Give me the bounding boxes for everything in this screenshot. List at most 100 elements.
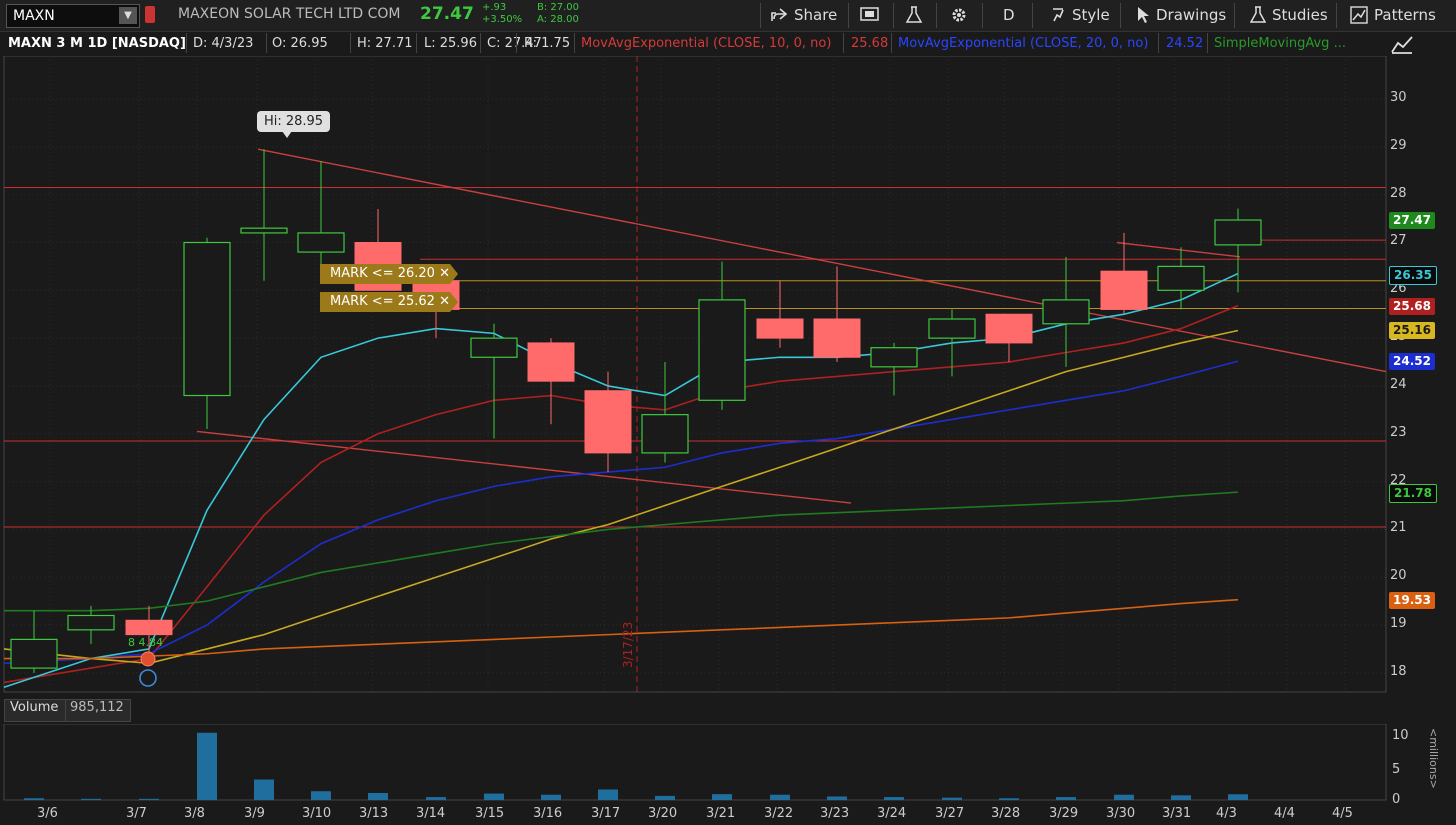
volume-bar [598,789,618,800]
candle-body [297,232,345,253]
divider [480,33,481,53]
volume-bar [770,794,790,800]
patterns-icon [1350,6,1368,24]
divider [1234,3,1235,28]
symbol-dropdown-icon[interactable]: ▼ [119,7,137,24]
price-label: 27.47 [1389,212,1435,230]
tooltip-pointer [282,131,292,138]
y-tick-label: 21 [1390,520,1407,536]
earnings-icon[interactable] [140,651,156,667]
volume-bar [655,795,675,800]
style-label: Style [1072,6,1110,24]
price-label: 25.68 [1389,297,1435,315]
screenshot-button[interactable] [860,6,880,22]
date-marker-label: 3/17/23 [621,622,635,668]
mark-arrow-icon [450,264,458,312]
x-tick-label: 3/27 [935,806,965,821]
period-label: D [1003,6,1015,24]
x-tick-label: 3/22 [764,806,794,821]
volume-tick: 0 [1392,792,1401,807]
price-label: 25.16 [1389,322,1435,340]
volume-unit: <millions> [1427,728,1440,789]
ohlc-range: R: 1.75 [524,36,571,51]
divider [186,33,187,53]
flask-button[interactable] [905,6,923,24]
volume-value: 985,112 [70,700,124,715]
flask-icon [1250,6,1266,23]
symbol-input[interactable]: MAXN ▼ [6,4,140,28]
y-tick-label: 18 [1390,663,1407,679]
info-icon[interactable] [139,669,157,687]
volume-bar [999,798,1019,800]
volume-bar [254,779,274,800]
candle-body [1214,219,1262,246]
divider [516,33,517,53]
x-tick-label: 3/28 [991,806,1021,821]
y-tick-label: 24 [1390,376,1407,392]
ohlc-open: O: 26.95 [272,36,328,51]
share-icon [771,8,788,21]
divider [936,3,937,28]
price-chart[interactable]: 3/17/23 8 4.84 [0,56,1456,696]
drawings-button[interactable]: Drawings [1136,6,1226,24]
company-name: MAXEON SOLAR TECH LTD COM [178,6,401,22]
candle-body [928,318,976,339]
volume-tick: 5 [1392,762,1401,777]
alert-icon[interactable] [145,6,155,23]
patterns-button[interactable]: Patterns [1350,6,1436,24]
period-button[interactable]: D [1003,6,1015,24]
volume-tick: 10 [1392,728,1409,743]
share-button[interactable]: Share [770,6,837,24]
studies-button[interactable]: Studies [1250,6,1328,24]
y-tick-label: 23 [1390,424,1407,440]
gear-icon [952,8,966,22]
expand-icon[interactable] [1390,33,1416,55]
x-tick-label: 3/6 [37,806,58,821]
y-tick-label: 30 [1390,90,1407,106]
price-alert-mark-2[interactable]: MARK <= 25.62 ✕ [320,292,450,312]
x-tick-label: 3/10 [302,806,332,821]
candle-body [1157,265,1205,291]
bid-ask: B: 27.00 A: 28.00 [537,2,579,26]
divider [891,33,892,53]
x-tick-label: 3/23 [820,806,850,821]
candle-body [641,414,689,454]
sma-label[interactable]: SimpleMovingAvg ... [1214,36,1346,51]
price-change-abs: +.93 [482,2,507,13]
style-button[interactable]: Style [1050,6,1110,24]
volume-bar [712,794,732,800]
x-tick-label: 3/24 [877,806,907,821]
candle-body [756,318,804,339]
candle-body [470,337,518,358]
volume-bar [311,791,331,800]
drawings-label: Drawings [1156,6,1227,24]
divider [843,33,844,53]
volume-bar [541,794,561,800]
settings-button[interactable] [950,6,968,24]
ema10-label[interactable]: MovAvgExponential (CLOSE, 10, 0, no) [581,36,831,51]
candle-body [985,313,1033,344]
candle-body [870,347,918,368]
ema10-value: 25.68 [851,36,889,51]
divider [848,3,849,28]
divider [266,33,267,53]
price-alert-mark-1[interactable]: MARK <= 26.20 ✕ [320,264,450,284]
x-tick-label: 4/4 [1274,806,1295,821]
toolbar: MAXN ▼ MAXEON SOLAR TECH LTD COM 27.47 +… [0,0,1456,32]
style-icon [1053,8,1064,22]
volume-chart[interactable] [0,724,1456,802]
divider [1207,33,1208,53]
volume-bar [1228,794,1248,800]
candle-body [183,241,231,397]
volume-bar [81,798,101,800]
share-label: Share [794,6,838,24]
x-tick-label: 3/30 [1106,806,1136,821]
ema20-label[interactable]: MovAvgExponential (CLOSE, 20, 0, no) [898,36,1148,51]
x-tick-label: 4/5 [1332,806,1353,821]
divider [1032,3,1033,28]
volume-bar [942,797,962,800]
candle-body [1100,270,1148,310]
x-tick-label: 4/3 [1216,806,1237,821]
candle-body [584,390,632,454]
volume-bar [484,793,504,800]
